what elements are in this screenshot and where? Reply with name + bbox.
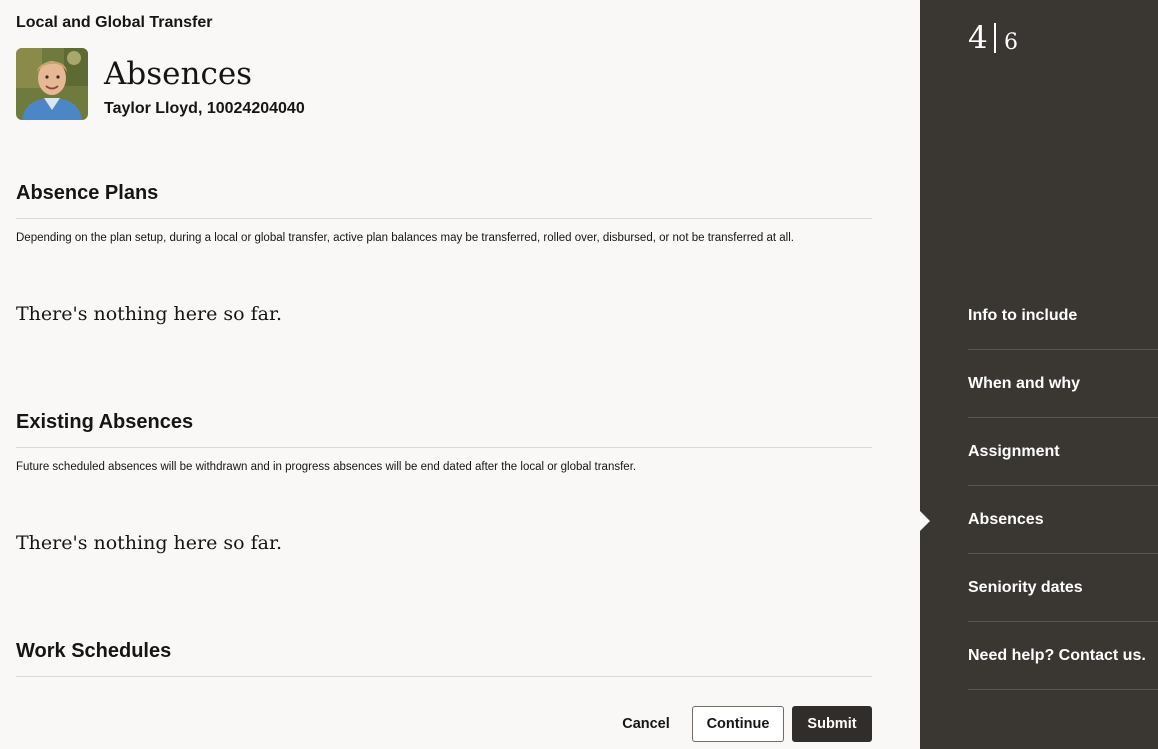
continue-button[interactable]: Continue bbox=[692, 706, 784, 742]
footer-actions: Cancel Continue Submit bbox=[600, 706, 872, 742]
sidebar: 4 6 Info to include When and why Assignm… bbox=[920, 0, 1158, 749]
step-separator bbox=[994, 23, 996, 53]
sidebar-item-need-help[interactable]: Need help? Contact us. bbox=[968, 622, 1158, 690]
current-step: 4 bbox=[968, 20, 988, 56]
total-steps: 6 bbox=[1004, 30, 1018, 55]
empty-state-absence-plans: There's nothing here so far. bbox=[16, 303, 283, 325]
section-title: Work Schedules bbox=[16, 640, 172, 662]
main-panel: Local and Global Transfer Absences Taylo… bbox=[0, 0, 920, 749]
section-divider bbox=[16, 447, 872, 448]
active-step-pointer-icon bbox=[920, 511, 930, 531]
sidebar-item-seniority-dates[interactable]: Seniority dates bbox=[968, 554, 1158, 622]
section-title: Existing Absences bbox=[16, 411, 194, 433]
cancel-button[interactable]: Cancel bbox=[612, 706, 680, 742]
sidebar-nav: Info to include When and why Assignment … bbox=[968, 282, 1158, 690]
section-divider bbox=[16, 676, 872, 677]
app-title: Local and Global Transfer bbox=[16, 14, 213, 31]
section-title: Absence Plans bbox=[16, 182, 159, 204]
section-description: Depending on the plan setup, during a lo… bbox=[16, 232, 794, 244]
sidebar-item-info-to-include[interactable]: Info to include bbox=[968, 282, 1158, 350]
sidebar-item-absences[interactable]: Absences bbox=[968, 486, 1158, 554]
section-divider bbox=[16, 218, 872, 219]
empty-state-existing-absences: There's nothing here so far. bbox=[16, 532, 283, 554]
section-work-schedules: Work Schedules bbox=[16, 640, 872, 677]
submit-button[interactable]: Submit bbox=[792, 706, 872, 742]
person-name-id: Taylor Lloyd, 10024204040 bbox=[104, 100, 305, 117]
section-description: Future scheduled absences will be withdr… bbox=[16, 461, 637, 473]
page-title: Absences bbox=[104, 56, 253, 92]
sidebar-item-when-and-why[interactable]: When and why bbox=[968, 350, 1158, 418]
sidebar-item-assignment[interactable]: Assignment bbox=[968, 418, 1158, 486]
avatar bbox=[16, 48, 88, 120]
section-existing-absences: Existing Absences Future scheduled absen… bbox=[16, 411, 872, 473]
section-absence-plans: Absence Plans Depending on the plan setu… bbox=[16, 182, 872, 244]
